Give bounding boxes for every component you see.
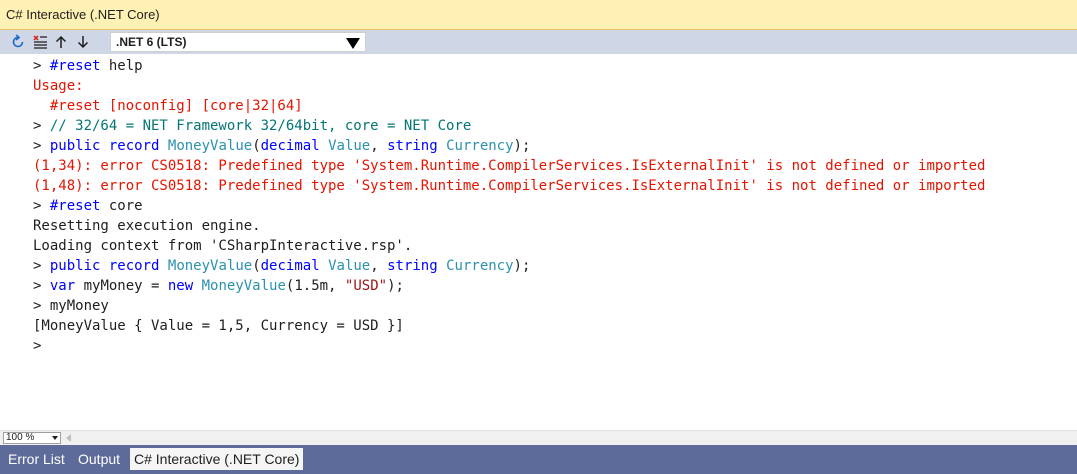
runtime-select[interactable]: .NET 6 (LTS)	[110, 32, 366, 52]
console-token: decimal	[260, 138, 320, 154]
console-token: var	[49, 278, 76, 294]
console-token: (	[252, 258, 261, 274]
console-token: Value	[328, 258, 371, 274]
console-line: Resetting execution engine.	[33, 216, 985, 236]
console-line: >	[33, 336, 985, 356]
console-token: Loading context from 'CSharpInteractive.…	[33, 238, 413, 254]
console-token: (	[252, 138, 261, 154]
console-token: new	[167, 278, 194, 294]
console-token: string	[387, 138, 438, 154]
console-line: [MoneyValue { Value = 1,5, Currency = US…	[33, 316, 985, 336]
interactive-console[interactable]: > #reset help Usage: #reset [noconfig] [c…	[0, 54, 1077, 430]
console-token: record	[108, 138, 160, 154]
chevron-down-icon	[52, 436, 58, 440]
console-token: #reset	[49, 198, 101, 214]
console-token: public	[49, 138, 101, 154]
console-token: string	[387, 258, 438, 274]
console-line: > public record MoneyValue(decimal Value…	[33, 256, 985, 276]
toolbar: .NET 6 (LTS)	[0, 30, 1077, 54]
console-token	[193, 278, 201, 294]
console-output: > #reset help Usage: #reset [noconfig] [c…	[33, 56, 985, 356]
console-token	[320, 138, 328, 154]
console-token: public	[49, 258, 101, 274]
console-token: Currency	[446, 138, 514, 154]
console-token: Currency	[446, 258, 514, 274]
console-line: > var myMoney = new MoneyValue(1.5m, "US…	[33, 276, 985, 296]
console-token: (1,48): error CS0518: Predefined type 'S…	[33, 178, 986, 194]
console-token: >	[33, 278, 50, 294]
console-line: (1,34): error CS0518: Predefined type 'S…	[33, 156, 985, 176]
console-token: myMoney =	[75, 278, 168, 294]
zoom-value: 100 %	[6, 432, 35, 443]
console-token: [MoneyValue { Value = 1,5, Currency = US…	[33, 318, 404, 334]
console-token: Usage:	[33, 78, 84, 94]
console-token: MoneyValue	[167, 258, 253, 274]
console-line: Usage:	[33, 76, 985, 96]
console-token: >	[33, 118, 50, 134]
console-line: (1,48): error CS0518: Predefined type 'S…	[33, 176, 985, 196]
tab-output[interactable]: Output	[74, 448, 124, 470]
history-up-icon[interactable]	[51, 30, 71, 54]
console-token: );	[513, 138, 531, 154]
console-token: (1,34): error CS0518: Predefined type 'S…	[33, 158, 986, 174]
clear-icon[interactable]	[30, 30, 50, 54]
console-token: > myMoney	[33, 298, 109, 314]
console-token: MoneyValue	[201, 278, 286, 294]
console-line: > // 32/64 = NET Framework 32/64bit, cor…	[33, 116, 985, 136]
console-line: > public record MoneyValue(decimal Value…	[33, 136, 985, 156]
console-token: >	[33, 58, 50, 74]
console-token: #reset [noconfig] [core|32|64]	[33, 98, 303, 114]
console-token: >	[33, 138, 50, 154]
console-token: );	[387, 278, 404, 294]
console-token: #reset	[49, 58, 101, 74]
reset-icon[interactable]	[8, 30, 28, 54]
console-token	[320, 258, 328, 274]
console-line: > myMoney	[33, 296, 985, 316]
console-token	[438, 138, 446, 154]
console-token: >	[33, 258, 50, 274]
zoom-select[interactable]: 100 %	[3, 432, 61, 444]
console-token: help	[100, 58, 143, 74]
console-token: >	[33, 198, 50, 214]
console-token	[100, 258, 108, 274]
console-token: record	[108, 258, 160, 274]
status-row: 100 %	[0, 430, 1077, 445]
console-token: decimal	[260, 258, 320, 274]
console-token: (1.5m,	[285, 278, 345, 294]
console-token: core	[100, 198, 143, 214]
console-token	[100, 138, 108, 154]
runtime-select-value: .NET 6 (LTS)	[116, 35, 187, 49]
tool-window-tabs: Error List Output C# Interactive (.NET C…	[0, 445, 1077, 474]
window-title: C# Interactive (.NET Core)	[6, 7, 160, 22]
console-line: > #reset core	[33, 196, 985, 216]
console-token	[438, 258, 446, 274]
tab-csharp-interactive[interactable]: C# Interactive (.NET Core)	[130, 448, 304, 470]
console-token: Value	[328, 138, 371, 154]
tab-error-list[interactable]: Error List	[4, 448, 69, 470]
console-token: ,	[370, 258, 388, 274]
console-line: > #reset help	[33, 56, 985, 76]
history-down-icon[interactable]	[73, 30, 93, 54]
console-line: Loading context from 'CSharpInteractive.…	[33, 236, 985, 256]
console-token	[159, 138, 167, 154]
console-line: #reset [noconfig] [core|32|64]	[33, 96, 985, 116]
console-token	[159, 258, 167, 274]
console-token: );	[513, 258, 531, 274]
console-token: ,	[370, 138, 388, 154]
console-token: "USD"	[344, 278, 388, 294]
console-token: MoneyValue	[167, 138, 253, 154]
console-token: >	[33, 338, 42, 354]
console-token: // 32/64 = NET Framework 32/64bit, core …	[49, 118, 472, 134]
dropdown-arrow-icon	[346, 38, 360, 49]
scroll-left-icon[interactable]	[66, 434, 71, 442]
title-bar: C# Interactive (.NET Core)	[0, 0, 1077, 30]
console-token: Resetting execution engine.	[33, 218, 261, 234]
